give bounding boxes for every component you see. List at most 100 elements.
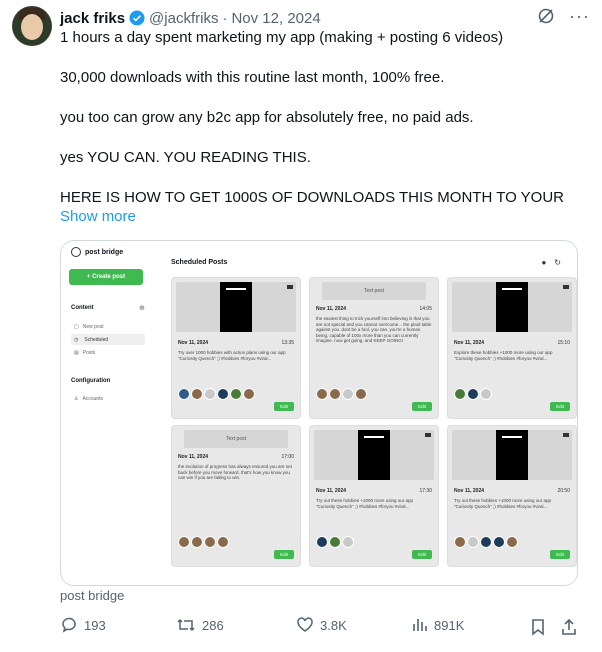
post-date[interactable]: Nov 12, 2024 [231,10,320,27]
views-count: 891K [434,617,465,633]
accounts-icon: ♙ [74,395,79,402]
post-time: 15:10 [557,340,570,346]
scheduled-post-card: Text post Nov 11, 2024 17:00 the evolution … [171,425,301,567]
action-bar: 193 286 3.8K 891K [60,616,580,640]
like-count: 3.8K [320,617,347,633]
tweet-header: jack friks @jackfriks · Nov 12, 2024 ··· [60,7,590,28]
account-avatars [454,388,492,400]
card-caption[interactable]: post bridge [60,588,124,603]
info-icon: ● [541,258,547,267]
post-time: 13:35 [281,340,294,346]
video-preview [452,430,572,480]
account-avatar [506,536,518,548]
refresh-icon: ↻ [554,258,561,267]
account-avatar [204,536,216,548]
scheduled-post-card: Nov 11, 2024 20:50 Try out these hobbies +… [447,425,577,567]
embed-logo: post bridge [71,247,123,257]
account-avatar [342,388,354,400]
account-avatar [316,536,328,548]
embedded-screenshot-card[interactable]: post bridge + Create post Content ⊕ ▢ New… [60,240,578,586]
tweet-paragraph: yes YOU CAN. YOU READING THIS. [60,149,311,166]
text-post-preview: Text post [184,430,288,448]
more-options-icon[interactable]: ··· [569,7,590,25]
embed-sidebar: post bridge + Create post Content ⊕ ▢ New… [61,241,154,585]
scheduled-post-card: Nov 11, 2024 15:10 Explore these hobbies +… [447,277,577,419]
account-avatar [329,536,341,548]
account-avatar [243,388,255,400]
nav-new-post: ▢ New post [74,323,104,330]
tweet-paragraph: you too can grow any b2c app for absolut… [60,109,474,126]
account-avatar [316,388,328,400]
create-post-button: + Create post [69,269,143,285]
share-icon[interactable] [560,618,578,636]
scheduled-posts-title: Scheduled Posts [171,259,228,266]
post-time: 14:05 [419,306,432,312]
post-date: Nov 11, 2024 [178,454,209,460]
author-name[interactable]: jack friks [60,10,125,27]
edit-button: Edit [550,402,570,411]
author-handle[interactable]: @jackfriks [149,10,218,27]
tweet-paragraph: 1 hours a day spent marketing my app (ma… [60,29,504,46]
views-button[interactable]: 891K [412,616,464,634]
nav-scheduled: ◷ Scheduled [71,334,145,345]
account-avatar [178,536,190,548]
tweet-paragraph: HERE IS HOW TO GET 1000S OF DOWNLOADS TH… [60,189,564,206]
views-icon [413,619,427,631]
account-avatar [454,388,466,400]
post-date: Nov 11, 2024 [316,306,347,312]
edit-button: Edit [274,402,294,411]
account-avatar [191,536,203,548]
clock-icon: ◷ [74,336,79,343]
account-avatar [467,536,479,548]
nav-posts: ▤ Posts [74,349,96,356]
add-icon: ⊕ [139,305,145,312]
bookmark-icon[interactable] [530,618,546,636]
video-icon [563,433,569,437]
new-post-icon: ▢ [74,323,79,330]
account-avatar [191,388,203,400]
scheduled-post-card: Text post Nov 11, 2024 14:05 the easiest th… [309,277,439,419]
reply-count: 193 [84,617,106,633]
account-avatar [178,388,190,400]
account-avatars [178,388,255,400]
post-date: Nov 11, 2024 [454,488,485,494]
separator-dot: · [222,9,228,27]
video-preview [452,282,572,332]
post-date: Nov 11, 2024 [316,488,347,494]
scheduled-post-card: Nov 11, 2024 13:35 Try over 1000 hobbies w… [171,277,301,419]
account-avatars [316,536,354,548]
verified-badge-icon [129,10,145,26]
account-avatar [329,388,341,400]
video-icon [563,285,569,289]
posts-icon: ▤ [74,349,79,356]
account-avatar [355,388,367,400]
reply-button[interactable]: 193 [60,616,106,634]
reply-icon [62,617,76,633]
content-heading: Content [71,305,94,311]
show-more-link[interactable]: Show more [60,208,136,225]
account-avatars [178,536,229,548]
repost-icon [177,618,195,632]
edit-button: Edit [550,550,570,559]
grok-icon[interactable] [537,7,555,25]
heart-icon [297,617,313,632]
logo-icon [71,247,81,257]
account-avatar [480,536,492,548]
nav-accounts: ♙ Accounts [74,395,104,402]
repost-button[interactable]: 286 [176,616,224,634]
account-avatar [467,388,479,400]
post-text: the evolution of progress has always ens… [178,464,292,480]
edit-button: Edit [412,550,432,559]
like-button[interactable]: 3.8K [296,616,347,634]
account-avatar [493,536,505,548]
account-avatars [454,536,518,548]
account-avatar [204,388,216,400]
account-avatars [316,388,367,400]
tweet-paragraph: 30,000 downloads with this routine last … [60,69,445,86]
video-preview [176,282,296,332]
post-time: 17:30 [419,488,432,494]
author-avatar[interactable] [12,6,52,46]
account-avatar [217,388,229,400]
account-avatar [342,536,354,548]
embed-main: Scheduled Posts ● ↻ Nov 11, 2024 13:35 Try … [153,241,577,585]
